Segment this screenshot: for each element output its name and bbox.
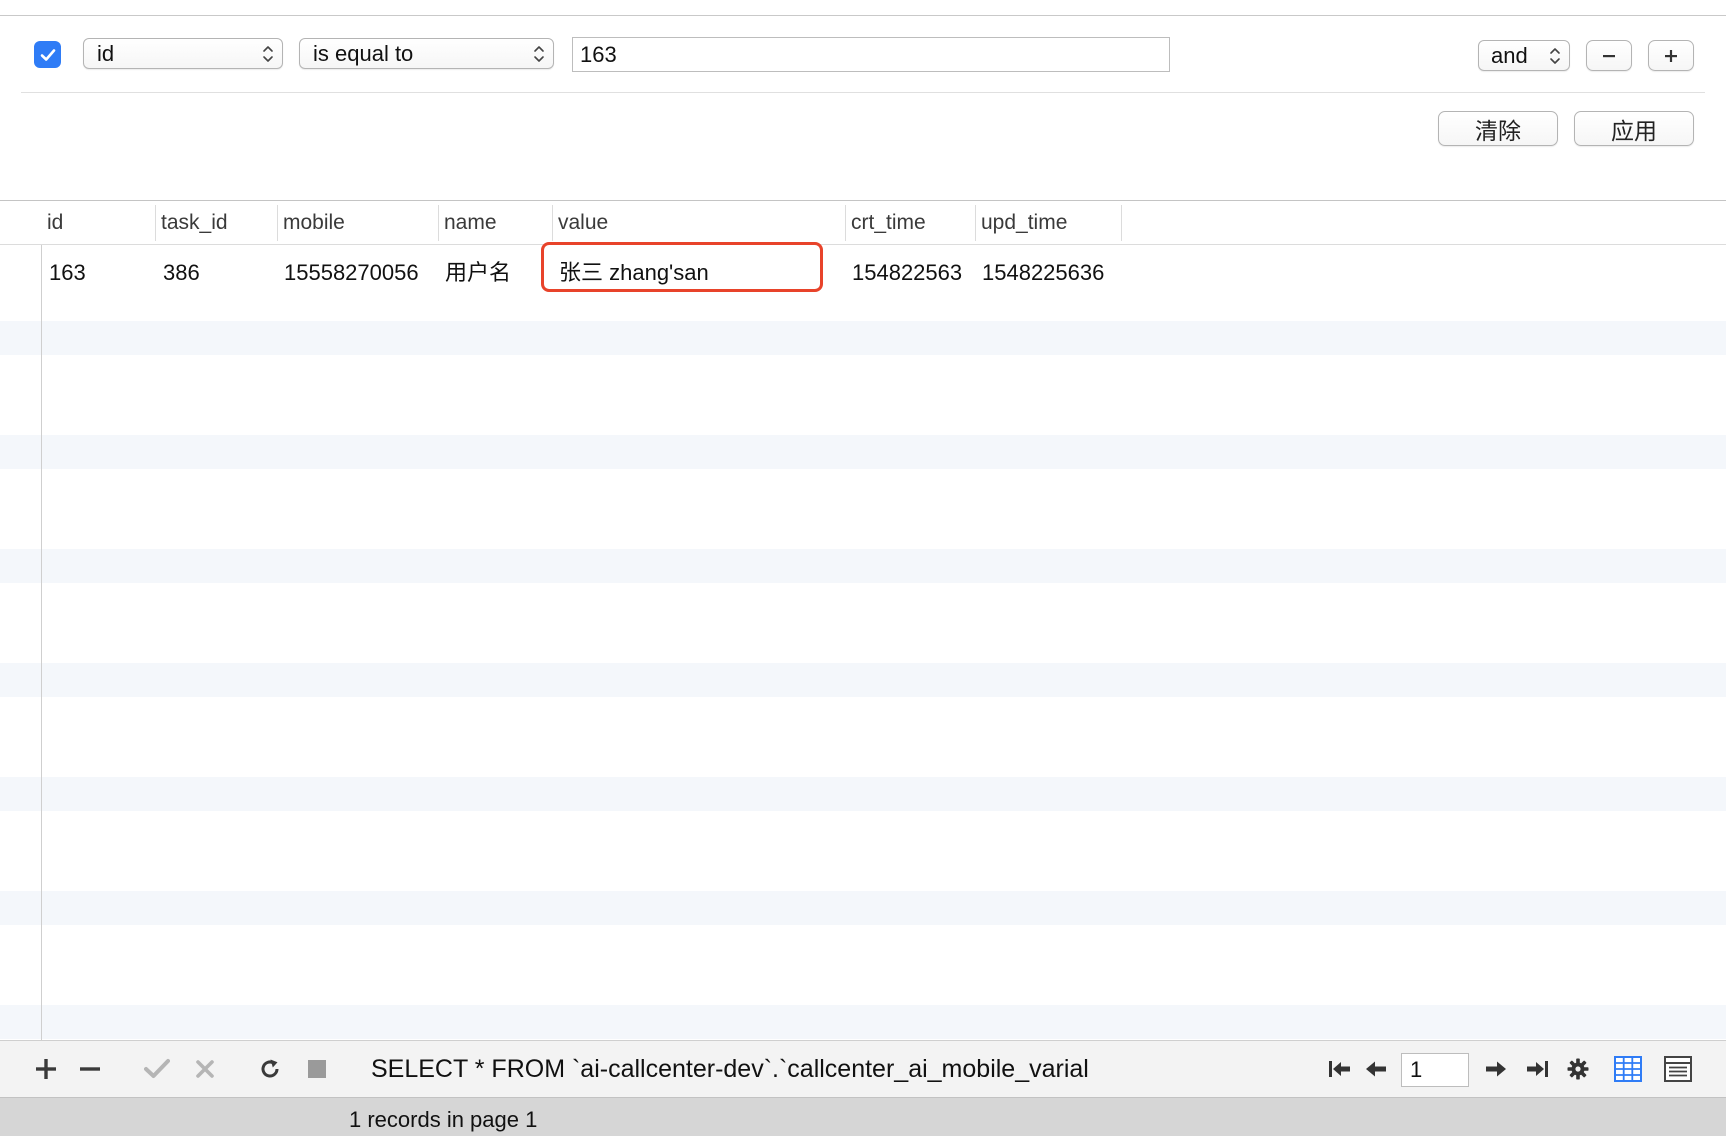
column-header-name[interactable]: name — [439, 201, 552, 245]
add-row-button[interactable] — [34, 1053, 58, 1085]
table-header: id task_id mobile name value crt_time up… — [0, 201, 1726, 245]
delete-row-button[interactable] — [78, 1053, 102, 1085]
checkmark-icon — [40, 48, 55, 61]
table-stripe — [0, 777, 1726, 811]
table-stripe — [0, 549, 1726, 583]
filter-operator-value: is equal to — [313, 41, 414, 66]
form-view-button[interactable] — [1663, 1053, 1693, 1085]
status-bar: 1 records in page 1 — [0, 1097, 1726, 1136]
minus-icon — [1603, 54, 1615, 57]
filter-divider — [21, 92, 1705, 93]
page-number-input[interactable]: 1 — [1401, 1053, 1469, 1087]
filter-value-input[interactable]: 163 — [572, 37, 1170, 72]
plus-icon — [1665, 49, 1677, 62]
checkmark-icon — [144, 1059, 170, 1078]
record-count-status: 1 records in page 1 — [349, 1107, 538, 1132]
cross-icon — [196, 1060, 214, 1078]
column-header-upd-time[interactable]: upd_time — [976, 201, 1121, 245]
refresh-button[interactable] — [258, 1053, 282, 1085]
first-page-icon — [1329, 1061, 1350, 1077]
add-filter-row-button[interactable] — [1648, 40, 1694, 71]
stop-icon — [308, 1060, 326, 1078]
cell-upd-time[interactable]: 1548225636 — [976, 245, 1116, 301]
cell-crt-time[interactable]: 154822563 — [846, 245, 969, 301]
filter-enabled-checkbox[interactable] — [34, 41, 61, 68]
next-page-button[interactable] — [1484, 1053, 1508, 1085]
remove-filter-row-button[interactable] — [1586, 40, 1632, 71]
previous-page-icon — [1366, 1061, 1386, 1077]
grid-view-icon — [1614, 1056, 1642, 1082]
gear-icon — [1567, 1058, 1589, 1080]
discard-changes-button[interactable] — [194, 1053, 216, 1085]
stop-button[interactable] — [306, 1053, 328, 1085]
form-view-icon — [1664, 1056, 1692, 1082]
updown-chevron-icon — [263, 46, 273, 62]
table-stripe — [0, 435, 1726, 469]
table-stripe — [0, 663, 1726, 697]
filter-join-select[interactable]: and — [1478, 40, 1570, 71]
filter-join-value: and — [1491, 43, 1528, 68]
next-page-icon — [1486, 1061, 1506, 1077]
table-stripe — [0, 1005, 1726, 1039]
bottom-toolbar: SELECT * FROM `ai-callcenter-dev`.`callc… — [0, 1040, 1726, 1097]
results-table: id task_id mobile name value crt_time up… — [0, 201, 1726, 1040]
sql-query-text[interactable]: SELECT * FROM `ai-callcenter-dev`.`callc… — [371, 1041, 1146, 1098]
filter-panel: id is equal to 163 and 清除 应用 — [0, 16, 1726, 200]
table-stripe — [0, 321, 1726, 355]
column-header-id[interactable]: id — [42, 201, 155, 245]
previous-page-button[interactable] — [1364, 1053, 1388, 1085]
cell-name[interactable]: 用户名 — [439, 245, 552, 301]
cell-mobile[interactable]: 15558270056 — [278, 245, 438, 301]
refresh-icon — [261, 1059, 279, 1078]
column-header-crt-time[interactable]: crt_time — [846, 201, 975, 245]
cell-id[interactable]: 163 — [42, 245, 155, 301]
updown-chevron-icon — [1550, 48, 1560, 64]
cell-task-id[interactable]: 386 — [156, 245, 277, 301]
column-header-task-id[interactable]: task_id — [156, 201, 277, 245]
column-header-value[interactable]: value — [553, 201, 845, 245]
column-separator[interactable] — [1121, 205, 1122, 241]
table-stripe — [0, 891, 1726, 925]
grid-view-button[interactable] — [1613, 1053, 1643, 1085]
filter-operator-select[interactable]: is equal to — [299, 38, 554, 69]
annotation-highlight-box — [541, 242, 823, 292]
plus-icon — [36, 1059, 56, 1079]
filter-field-select[interactable]: id — [83, 38, 283, 69]
apply-filter-button[interactable]: 应用 — [1574, 111, 1694, 146]
column-header-mobile[interactable]: mobile — [278, 201, 438, 245]
table-settings-button[interactable] — [1566, 1053, 1590, 1085]
clear-filter-button[interactable]: 清除 — [1438, 111, 1558, 146]
row-gutter-divider — [41, 201, 42, 1040]
filter-field-value: id — [97, 41, 115, 66]
table-row[interactable]: 163 386 15558270056 用户名 张三 zhang'san 154… — [0, 245, 1726, 301]
last-page-icon — [1527, 1061, 1548, 1077]
first-page-button[interactable] — [1327, 1053, 1353, 1085]
commit-changes-button[interactable] — [144, 1053, 170, 1085]
minus-icon — [80, 1067, 100, 1071]
last-page-button[interactable] — [1524, 1053, 1550, 1085]
updown-chevron-icon — [534, 46, 544, 62]
